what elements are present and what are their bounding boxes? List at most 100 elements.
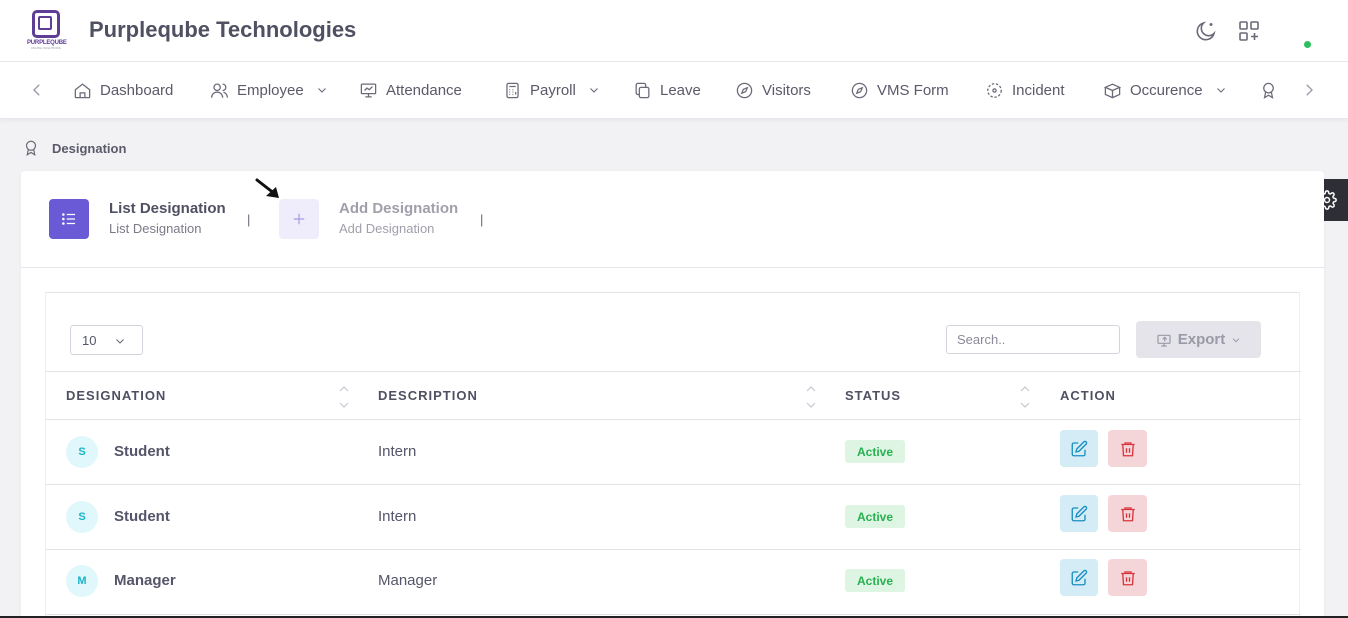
edit-icon [1071, 440, 1088, 456]
table-panel: 10 Export DESIGNATION DESCRIPTION STATUS… [45, 292, 1301, 618]
status-badge: Active [845, 440, 905, 463]
copy-icon [635, 82, 650, 98]
nav-item-vms-form[interactable]: VMS Form [850, 62, 949, 118]
nav-item-label: Leave [660, 81, 701, 99]
plus-icon [293, 213, 305, 225]
edit-icon [1071, 569, 1088, 585]
chevron-down-icon [116, 339, 124, 344]
tab-list-designation-subtitle: List Designation [109, 221, 202, 236]
nav-item-label: Occurence [1130, 81, 1203, 99]
status-badge: Active [845, 505, 905, 528]
list-icon [62, 213, 75, 225]
logo-subtext: DIGITAL SOLUTIONS [31, 46, 61, 50]
page-size-value: 10 [82, 332, 97, 348]
edit-button[interactable] [1060, 559, 1098, 596]
nav-item-label: Attendance [386, 81, 462, 99]
breadcrumb: Designation [22, 139, 126, 157]
delete-button[interactable] [1108, 495, 1147, 532]
designation-name: Student [114, 443, 170, 460]
top-bar: PURPLEQUBE DIGITAL SOLUTIONS Purpleqube … [0, 0, 1348, 62]
table-header: DESIGNATION DESCRIPTION STATUS ACTION [46, 371, 1301, 420]
breadcrumb-label: Designation [52, 140, 127, 156]
award-icon [25, 140, 37, 156]
nav-item-label: Incident [1012, 81, 1065, 99]
column-header-designation[interactable]: DESIGNATION [66, 388, 166, 403]
monitor-share-icon [1157, 334, 1171, 347]
trash-icon [1120, 441, 1135, 456]
chevron-down-icon [1216, 88, 1225, 93]
nav-item-label: VMS Form [877, 81, 949, 99]
delete-button[interactable] [1108, 430, 1147, 467]
tab-separator: | [247, 212, 251, 227]
tab-separator: | [480, 212, 484, 227]
sort-icon[interactable] [339, 384, 349, 410]
avatar: S [66, 436, 98, 468]
nav-item-label: Dashboard [100, 81, 174, 99]
edit-button[interactable] [1060, 495, 1098, 532]
edit-icon [1071, 505, 1088, 521]
designation-description: Intern [378, 508, 417, 525]
tab-list-designation-title[interactable]: List Designation [109, 200, 226, 217]
tabs-divider [21, 267, 1324, 268]
designation-name: Manager [114, 572, 176, 589]
cursor-arrow-icon [255, 178, 279, 198]
app-title: Purpleqube Technologies [89, 17, 357, 42]
nav-scroll-left-icon[interactable] [28, 81, 46, 99]
nav-item-attendance[interactable]: Attendance [359, 62, 462, 118]
box-icon [1103, 82, 1122, 98]
export-button[interactable]: Export [1136, 321, 1261, 358]
trash-icon [1120, 570, 1135, 585]
main-navbar: Dashboard Employee Attendance Payroll Le… [0, 62, 1348, 119]
sort-icon[interactable] [1020, 384, 1030, 410]
tab-list-designation[interactable] [49, 199, 89, 239]
table-row: M Manager Manager Active [46, 550, 1301, 615]
table-row: S Student Intern Active [46, 485, 1301, 550]
nav-item-employee[interactable]: Employee [210, 62, 328, 118]
nav-item-label: Payroll [530, 81, 576, 99]
nav-item-visitors[interactable]: Visitors [735, 62, 811, 118]
delete-button[interactable] [1108, 559, 1147, 596]
designation-description: Intern [378, 443, 417, 460]
column-header-status[interactable]: STATUS [845, 388, 901, 403]
designation-card: List Designation List Designation | Add … [21, 171, 1324, 618]
apps-grid-icon[interactable] [1237, 19, 1261, 43]
nav-item-leave[interactable]: Leave [633, 62, 701, 118]
edit-button[interactable] [1060, 430, 1098, 467]
nav-item-dashboard[interactable]: Dashboard [73, 62, 173, 118]
home-icon [74, 82, 91, 98]
avatar: S [66, 501, 98, 533]
company-logo[interactable]: PURPLEQUBE DIGITAL SOLUTIONS [27, 10, 67, 50]
nav-item-designation[interactable] [1259, 62, 1278, 118]
nav-item-label: Employee [237, 81, 304, 99]
search-input[interactable] [946, 325, 1120, 354]
tab-add-designation-title[interactable]: Add Designation [339, 200, 458, 217]
nav-item-payroll[interactable]: Payroll [503, 62, 600, 118]
column-header-description[interactable]: DESCRIPTION [378, 388, 478, 403]
nav-item-incident[interactable]: Incident [985, 62, 1065, 118]
tab-add-designation-subtitle: Add Designation [339, 221, 435, 236]
column-header-action: ACTION [1060, 388, 1116, 403]
nav-item-occurence[interactable]: Occurence [1103, 62, 1227, 118]
export-label: Export [1177, 331, 1226, 348]
sort-icon[interactable] [806, 384, 816, 410]
focus-icon [987, 82, 1002, 98]
nav-scroll-right-icon[interactable] [1300, 81, 1318, 99]
table-row: S Student Intern Active [46, 420, 1301, 485]
designation-name: Student [114, 508, 170, 525]
status-badge: Active [845, 569, 905, 592]
calculator-icon [506, 82, 519, 98]
chevron-down-icon [317, 88, 326, 93]
presentation-icon [360, 83, 377, 97]
compass-icon [736, 82, 753, 98]
designation-description: Manager [378, 572, 438, 589]
compass-icon [851, 82, 868, 98]
tab-add-designation[interactable] [279, 199, 319, 239]
page-size-select[interactable]: 10 [70, 325, 143, 355]
avatar: M [66, 565, 98, 597]
chevron-down-icon [1232, 337, 1240, 342]
logo-mark [38, 16, 52, 30]
users-icon [210, 83, 229, 98]
dark-mode-icon[interactable] [1194, 19, 1218, 43]
chevron-down-icon [589, 88, 598, 93]
online-status-dot [1304, 41, 1311, 48]
